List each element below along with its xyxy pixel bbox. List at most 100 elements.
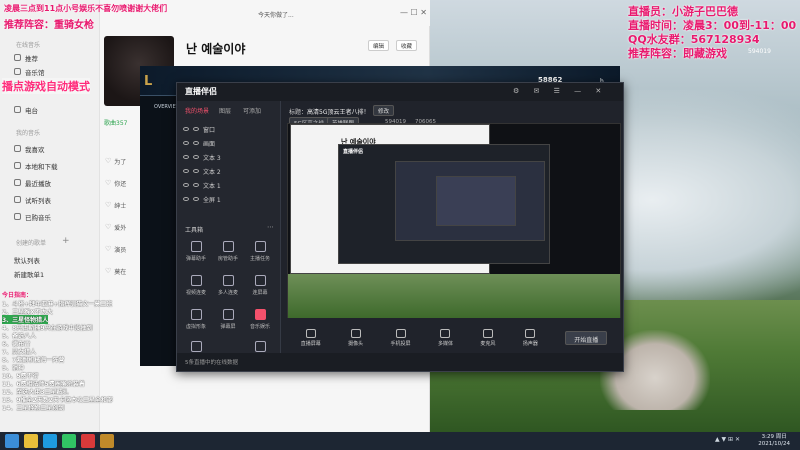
layer-item[interactable]: 文本 2: [183, 165, 277, 177]
sidebar-item-radio[interactable]: 电台: [14, 104, 94, 115]
sidebar-item-default-list[interactable]: 默认列表: [14, 254, 94, 265]
go-live-button[interactable]: 开始直播: [565, 331, 608, 345]
overlay-auto-mode-banner: 播点游戏自动模式: [2, 78, 90, 94]
track-row[interactable]: ♡ 演员: [105, 242, 135, 256]
sidebar-item-music-hall[interactable]: 音乐馆: [14, 66, 94, 77]
control-speaker[interactable]: 扬声器: [523, 329, 538, 347]
collect-button[interactable]: 收藏: [396, 40, 418, 51]
preview-nested-inner: [436, 176, 516, 226]
windows-start-icon[interactable]: [5, 434, 19, 448]
preview-stream-app: 直播伴侣: [338, 144, 550, 264]
lock-icon[interactable]: [193, 127, 199, 131]
sidebar-item-purchased[interactable]: 已购音乐: [14, 211, 94, 222]
room-id-overlay: 594019: [748, 48, 771, 55]
sidebar-section-playlists: 创建的歌单: [16, 240, 47, 247]
overlay-top-left-line1: 凌晨三点到11点小号娱乐不喜勿喷谢谢大佬们: [4, 4, 168, 13]
lock-icon[interactable]: [193, 183, 199, 187]
file-explorer-icon[interactable]: [24, 434, 38, 448]
track-row[interactable]: ♡ 爱外: [105, 220, 135, 234]
stream-app-window[interactable]: 直播伴侣 ⚙ ✉ ☰ — ✕ 我的场景 图层 可添加 窗口 画面 文本 3 文本…: [176, 82, 624, 372]
sidebar-item-favorites[interactable]: 我喜欢: [14, 143, 94, 154]
stream-status-bar: 5条直播中的在线数据: [177, 353, 623, 371]
sidebar-item-local[interactable]: 本地和下载: [14, 160, 94, 171]
eye-icon[interactable]: [183, 141, 189, 145]
toolbox-more-icon[interactable]: ⋯: [267, 223, 274, 231]
tool-danmaku-assist[interactable]: 弹幕助手: [181, 241, 211, 271]
recommend-icon: [14, 54, 21, 61]
gift-icon: [190, 341, 202, 352]
eye-icon[interactable]: [183, 127, 189, 131]
lock-icon[interactable]: [193, 197, 199, 201]
layer-item[interactable]: 画面: [183, 137, 277, 149]
avatar-icon: [190, 309, 202, 320]
layer-item[interactable]: 窗口: [183, 123, 277, 135]
heart-icon[interactable]: ♡: [105, 245, 111, 253]
modify-title-button[interactable]: 修改: [373, 105, 395, 116]
overlay-top-left-line2: 推荐阵容：重骑女枪: [4, 20, 94, 31]
music-app-icon[interactable]: [62, 434, 76, 448]
heart-icon[interactable]: ♡: [105, 223, 111, 231]
sidebar-section-online: 在线音乐: [16, 42, 41, 49]
browser-icon[interactable]: [43, 434, 57, 448]
tool-danmaku-screen[interactable]: 弹幕屏: [213, 309, 243, 339]
tool-music[interactable]: 音乐娱乐: [245, 309, 275, 339]
sidebar-item-recent[interactable]: 最近播放: [14, 177, 94, 188]
minimize-icon[interactable]: — ☐ ✕: [400, 8, 427, 17]
lock-icon[interactable]: [193, 141, 199, 145]
list-item: 14、三星怪物三星创剑: [2, 405, 65, 412]
control-mic[interactable]: 麦克风: [480, 329, 495, 347]
game-app-icon[interactable]: [100, 434, 114, 448]
sidebar-section-mine: 我的音乐: [16, 130, 41, 137]
lock-icon[interactable]: [193, 155, 199, 159]
tab-my-scenes[interactable]: 我的场景: [185, 106, 209, 115]
danmaku-screen-icon: [222, 309, 234, 320]
eye-icon[interactable]: [183, 197, 189, 201]
heart-icon: [14, 145, 21, 152]
control-camera[interactable]: 摄像头: [348, 329, 363, 347]
add-playlist-icon[interactable]: +: [62, 236, 70, 246]
tool-multi-link[interactable]: 多人连麦: [213, 275, 243, 305]
music-hall-icon: [14, 68, 21, 75]
eye-icon[interactable]: [183, 169, 189, 173]
track-row[interactable]: ♡ 莫在: [105, 264, 135, 278]
eye-icon[interactable]: [183, 155, 189, 159]
heart-icon[interactable]: ♡: [105, 267, 111, 275]
system-clock[interactable]: 3:29 周日 2021/10/24: [758, 434, 790, 448]
music-status-text: 今天你做了...: [258, 12, 294, 19]
control-screen[interactable]: 直播屏幕: [301, 329, 321, 347]
stream-bottom-controls: 直播屏幕 摄像头 手机投屏 多媒体 麦克风 扬声器 开始直播: [287, 323, 621, 353]
heart-icon[interactable]: ♡: [105, 201, 111, 209]
lock-icon[interactable]: [193, 169, 199, 173]
tool-streamer-task[interactable]: 主播任务: [245, 241, 275, 271]
song-title: 난 예술이야: [186, 42, 246, 56]
stream-app-logo: 直播伴侣: [185, 87, 217, 96]
tab-addable[interactable]: 可添加: [243, 106, 261, 115]
tool-avatar[interactable]: 虚拟形象: [181, 309, 211, 339]
heart-icon[interactable]: ♡: [105, 157, 111, 165]
preview-landscape: [288, 274, 620, 318]
preview-stream-logo: 直播伴侣: [343, 149, 364, 155]
layer-item[interactable]: 全屏 1: [183, 193, 277, 205]
edit-button[interactable]: 编辑: [368, 40, 390, 51]
stream-app-icon[interactable]: [81, 434, 95, 448]
taskbar: ▲ ▼ ⊞ ✕ 3:29 周日 2021/10/24: [0, 432, 800, 450]
sidebar-item-trial[interactable]: 试听列表: [14, 194, 94, 205]
tray-icons[interactable]: ▲ ▼ ⊞ ✕: [715, 436, 740, 443]
track-row[interactable]: ♡ 绅士: [105, 198, 135, 212]
window-controls-icon[interactable]: ⚙ ✉ ☰ — ✕: [513, 87, 607, 95]
control-media[interactable]: 多媒体: [438, 329, 453, 347]
tool-video-link[interactable]: 视频连麦: [181, 275, 211, 305]
sidebar-item-new-playlist[interactable]: 新建歌单1: [14, 268, 94, 279]
tool-screen[interactable]: 连屏幕: [245, 275, 275, 305]
heart-icon[interactable]: ♡: [105, 179, 111, 187]
control-phone-cast[interactable]: 手机投屏: [391, 329, 411, 347]
track-row[interactable]: ♡ 你还: [105, 176, 135, 190]
eye-icon[interactable]: [183, 183, 189, 187]
track-row[interactable]: ♡ 为了: [105, 154, 135, 168]
tool-room-admin[interactable]: 房管助手: [213, 241, 243, 271]
layer-item[interactable]: 文本 3: [183, 151, 277, 163]
sidebar-item-recommend[interactable]: 推荐: [14, 52, 94, 63]
tab-layers[interactable]: 图层: [219, 106, 231, 115]
layer-item[interactable]: 文本 1: [183, 179, 277, 191]
media-icon: [440, 329, 451, 338]
